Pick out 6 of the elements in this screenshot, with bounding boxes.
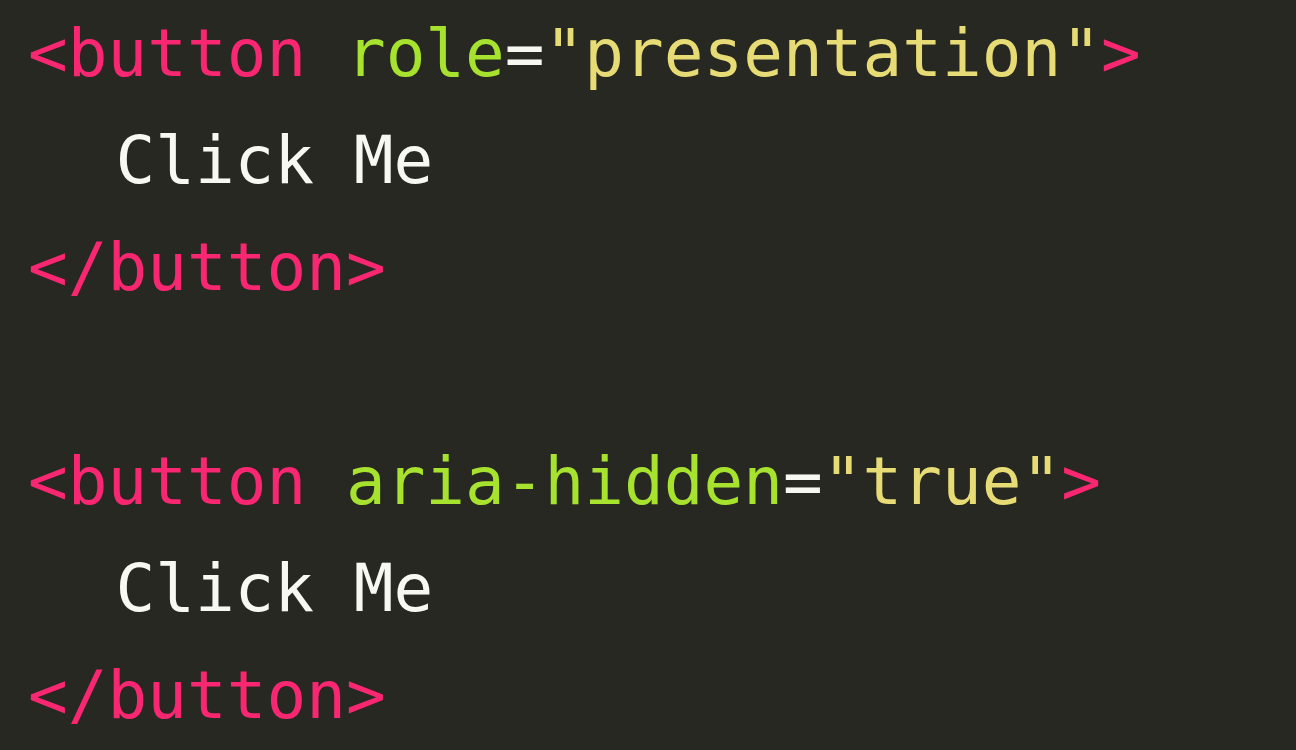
code-line: <button aria-hidden="true"> bbox=[28, 443, 1101, 520]
code-line: </button> bbox=[28, 229, 386, 306]
code-line: Click Me bbox=[115, 550, 434, 627]
code-line: <button role="presentation"> bbox=[28, 15, 1141, 92]
code-line: </button> bbox=[28, 657, 386, 734]
code-line: Click Me bbox=[115, 122, 434, 199]
